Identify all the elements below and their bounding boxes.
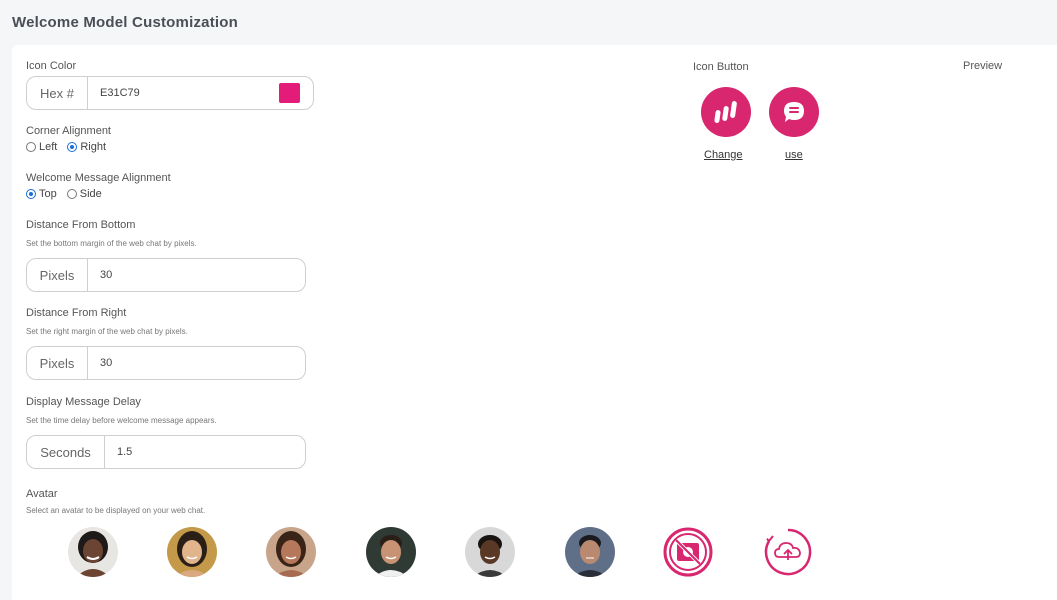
welcome-side-radio[interactable] bbox=[66, 189, 77, 199]
corner-left-radio[interactable] bbox=[26, 142, 36, 152]
icon-button-label: Icon Button bbox=[693, 61, 749, 73]
welcome-side-option[interactable]: Side bbox=[66, 188, 102, 200]
welcome-top-option[interactable]: Top bbox=[26, 188, 57, 200]
avatar-5[interactable] bbox=[465, 527, 515, 577]
avatar-5-image bbox=[465, 527, 515, 577]
welcome-side-label: Side bbox=[79, 188, 102, 200]
cloud-upload-icon[interactable] bbox=[763, 527, 813, 577]
welcome-top-label: Top bbox=[39, 188, 57, 200]
avatar-1-image bbox=[68, 527, 118, 577]
distance-bottom-value[interactable]: 30 bbox=[88, 259, 305, 291]
distance-right-field[interactable]: Pixels 30 bbox=[26, 346, 306, 380]
no-image-icon-graphic bbox=[663, 527, 713, 577]
color-swatch[interactable] bbox=[279, 83, 300, 103]
no-image-icon[interactable] bbox=[663, 527, 713, 577]
corner-left-label: Left bbox=[39, 141, 58, 153]
display-delay-field[interactable]: Seconds 1.5 bbox=[26, 435, 306, 469]
chat-bubble-icon bbox=[784, 102, 804, 122]
corner-right-radio[interactable] bbox=[67, 142, 78, 152]
avatar-2-image bbox=[167, 527, 217, 577]
corner-left-option[interactable]: Left bbox=[26, 141, 57, 153]
avatar-3[interactable] bbox=[266, 527, 316, 577]
seconds-prefix: Seconds bbox=[27, 436, 105, 468]
welcome-alignment-group: Top Side bbox=[26, 188, 112, 200]
use-link[interactable]: use bbox=[785, 149, 803, 161]
avatar-6[interactable] bbox=[565, 527, 615, 577]
avatar-hint: Select an avatar to be displayed on your… bbox=[26, 506, 206, 515]
distance-bottom-label: Distance From Bottom bbox=[26, 219, 136, 231]
welcome-top-radio[interactable] bbox=[26, 189, 36, 199]
hex-prefix: Hex # bbox=[27, 77, 88, 109]
distance-right-value[interactable]: 30 bbox=[88, 347, 305, 379]
preview-label: Preview bbox=[963, 60, 1003, 72]
pixels-prefix: Pixels bbox=[27, 347, 88, 379]
change-link[interactable]: Change bbox=[704, 149, 743, 161]
distance-right-hint: Set the right margin of the web chat by … bbox=[26, 327, 188, 336]
bars-icon-button[interactable] bbox=[701, 87, 751, 137]
distance-right-label: Distance From Right bbox=[26, 307, 127, 319]
avatar-2[interactable] bbox=[167, 527, 217, 577]
pixels-prefix: Pixels bbox=[27, 259, 88, 291]
page-title: Welcome Model Customization bbox=[12, 14, 238, 31]
avatar-4[interactable] bbox=[366, 527, 416, 577]
avatar-3-image bbox=[266, 527, 316, 577]
avatar-label: Avatar bbox=[26, 488, 58, 500]
bars-icon bbox=[714, 101, 737, 123]
chat-icon-button[interactable] bbox=[769, 87, 819, 137]
display-delay-label: Display Message Delay bbox=[26, 396, 141, 408]
welcome-alignment-label: Welcome Message Alignment bbox=[26, 172, 171, 184]
corner-right-option[interactable]: Right bbox=[67, 141, 106, 153]
display-delay-hint: Set the time delay before welcome messag… bbox=[26, 416, 217, 425]
corner-alignment-group: Left Right bbox=[26, 141, 116, 153]
avatar-4-image bbox=[366, 527, 416, 577]
avatar-6-image bbox=[565, 527, 615, 577]
settings-card bbox=[12, 45, 1057, 600]
corner-alignment-label: Corner Alignment bbox=[26, 125, 111, 137]
icon-color-label: Icon Color bbox=[26, 60, 77, 72]
distance-bottom-field[interactable]: Pixels 30 bbox=[26, 258, 306, 292]
display-delay-value[interactable]: 1.5 bbox=[105, 436, 305, 468]
corner-right-label: Right bbox=[80, 141, 107, 153]
distance-bottom-hint: Set the bottom margin of the web chat by… bbox=[26, 239, 197, 248]
avatar-1[interactable] bbox=[68, 527, 118, 577]
icon-color-field[interactable]: Hex # E31C79 bbox=[26, 76, 314, 110]
cloud-upload-icon-graphic bbox=[764, 528, 812, 576]
